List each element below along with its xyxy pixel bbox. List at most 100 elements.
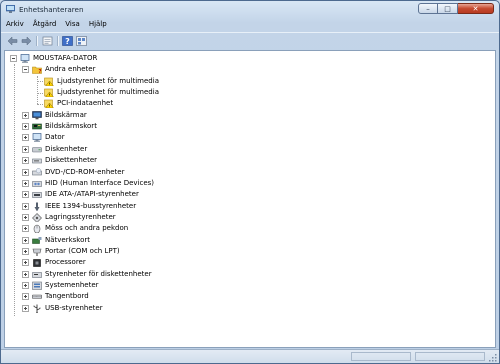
menu-hjalp[interactable]: Hjälp: [89, 18, 107, 30]
expand-icon[interactable]: [22, 236, 29, 244]
tree-guide-line: [14, 64, 15, 317]
tree-category-item[interactable]: IDE ATA-/ATAPI-styrenheter: [22, 189, 139, 200]
tree-group-andra-enheter[interactable]: ? Andra enheter: [22, 64, 95, 75]
mouse-icon: [33, 224, 41, 234]
firewire-icon: [34, 202, 40, 211]
expand-icon[interactable]: [22, 270, 29, 278]
expand-icon[interactable]: [22, 157, 29, 165]
tree-category-item[interactable]: IEEE 1394-busstyrenheter: [22, 201, 136, 212]
tree-category-item[interactable]: Processorer: [22, 257, 86, 268]
menu-arkiv[interactable]: Arkiv: [6, 18, 24, 30]
tree-root[interactable]: MOUSTAFA-DATOR: [10, 53, 97, 64]
tree-item-label: Lagringsstyrenheter: [45, 212, 116, 221]
close-button[interactable]: ✕: [458, 3, 494, 14]
expand-icon[interactable]: [22, 111, 29, 119]
tree-item-label: Tangentbord: [45, 292, 89, 301]
tree-device-item[interactable]: Ljudstyrenhet för multimedia: [44, 87, 159, 98]
tree-category-item[interactable]: Möss och andra pekdon: [22, 223, 128, 234]
expand-icon[interactable]: [22, 202, 29, 210]
tree-guide-line: [37, 92, 43, 94]
expand-icon[interactable]: [22, 123, 29, 131]
tree-category-item[interactable]: Nätverkskort: [22, 235, 90, 246]
minimize-icon: –: [426, 5, 430, 13]
view-icon[interactable]: [76, 36, 87, 46]
window-title: Enhetshanteraren: [19, 5, 84, 14]
expand-icon[interactable]: [22, 282, 29, 289]
device-tree[interactable]: MOUSTAFA-DATOR? Andra enheter Ljudstyrenhe…: [4, 50, 496, 348]
tree-category-item[interactable]: Tangentbord: [22, 291, 89, 302]
tree-guide-line: [37, 103, 43, 105]
expand-icon[interactable]: [22, 179, 29, 187]
tree-category-item[interactable]: DVD-/CD-ROM-enheter: [22, 167, 125, 178]
tree-guide-line: [37, 75, 38, 105]
tree-item-label: Diskenheter: [45, 144, 88, 153]
tree-category-item[interactable]: Diskenheter: [22, 144, 87, 155]
tree-item-label: PCI-indataenhet: [57, 99, 114, 108]
expand-icon[interactable]: [22, 213, 29, 221]
minimize-button[interactable]: –: [418, 3, 438, 14]
expand-icon[interactable]: [22, 191, 29, 199]
tree-device-item[interactable]: PCI-indataenhet: [44, 98, 113, 109]
properties-icon[interactable]: [42, 36, 53, 46]
expand-icon[interactable]: [22, 293, 29, 301]
tree-guide-line: [37, 81, 43, 83]
device-warn-icon: [44, 77, 54, 86]
status-cell: [415, 352, 485, 361]
tree-device-item[interactable]: Ljudstyrenhet för multimedia: [44, 76, 159, 87]
tree-category-item[interactable]: Styrenheter för diskettenheter: [22, 269, 152, 280]
floppy-controller-icon: [32, 271, 42, 278]
tree-category-item[interactable]: Lagringsstyrenheter: [22, 212, 116, 223]
back-arrow-icon[interactable]: [7, 36, 18, 46]
keyboard-icon: [32, 295, 42, 300]
tree-category-item[interactable]: USB-styrenheter: [22, 303, 103, 314]
processor-icon: [33, 259, 41, 268]
tree-category-item[interactable]: HID (Human Interface Devices): [22, 178, 154, 189]
tree-item-label: IDE ATA-/ATAPI-styrenheter: [45, 190, 139, 199]
tree-item-label: Diskettenheter: [45, 156, 97, 165]
tree-item-label: Portar (COM och LPT): [45, 246, 120, 255]
close-icon: ✕: [472, 5, 479, 13]
forward-arrow-icon[interactable]: [21, 36, 32, 46]
tree-category-item[interactable]: Bildskärmskort: [22, 121, 97, 132]
expand-icon[interactable]: [22, 134, 29, 142]
network-adapter-icon: [32, 236, 42, 244]
device-warn-icon: [44, 100, 54, 109]
maximize-button[interactable]: □: [438, 3, 458, 14]
tree-item-label: Möss och andra pekdon: [45, 224, 129, 233]
expand-icon[interactable]: [22, 247, 29, 255]
tree-category-item[interactable]: Bildskärmar: [22, 110, 87, 121]
tree-category-item[interactable]: Diskettenheter: [22, 155, 97, 166]
cd-drive-icon: [32, 167, 42, 175]
monitor-icon: [32, 110, 42, 120]
tree-item-label: Bildskärmskort: [45, 122, 97, 131]
expand-icon[interactable]: [22, 304, 29, 312]
tree-category-item[interactable]: Dator: [22, 132, 65, 143]
disk-drive-icon: [32, 146, 42, 153]
collapse-icon[interactable]: [10, 55, 17, 62]
usb-icon: [33, 304, 41, 313]
menu-bar: Arkiv Åtgärd Visa Hjälp: [1, 18, 499, 30]
folder-warn-icon: ?: [32, 67, 42, 74]
menu-visa[interactable]: Visa: [65, 18, 80, 30]
expand-icon[interactable]: [22, 259, 29, 267]
ide-controller-icon: [32, 192, 42, 198]
tree-category-item[interactable]: Portar (COM och LPT): [22, 246, 120, 257]
expand-icon[interactable]: [22, 145, 29, 153]
toolbar-separator: [57, 36, 59, 46]
tree-category-item[interactable]: Systemenheter: [22, 280, 99, 291]
expand-icon[interactable]: [22, 225, 29, 233]
menu-atgard[interactable]: Åtgärd: [33, 18, 56, 30]
tree-item-label: Nätverkskort: [45, 235, 91, 244]
tree-item-label: Dator: [45, 133, 65, 142]
help-icon[interactable]: ?: [62, 36, 73, 46]
floppy-drive-icon: [32, 158, 42, 164]
resize-grip-icon[interactable]: [489, 354, 497, 362]
title-bar[interactable]: Enhetshanteraren – □ ✕: [1, 1, 499, 18]
toolbar-separator: [36, 36, 38, 46]
tree-item-label: Ljudstyrenhet för multimedia: [57, 88, 159, 97]
tree-item-label: DVD-/CD-ROM-enheter: [45, 167, 125, 176]
collapse-icon[interactable]: [22, 66, 29, 74]
expand-icon[interactable]: [22, 168, 29, 176]
tree-item-label: Styrenheter för diskettenheter: [45, 269, 152, 278]
status-bar: [1, 349, 499, 363]
